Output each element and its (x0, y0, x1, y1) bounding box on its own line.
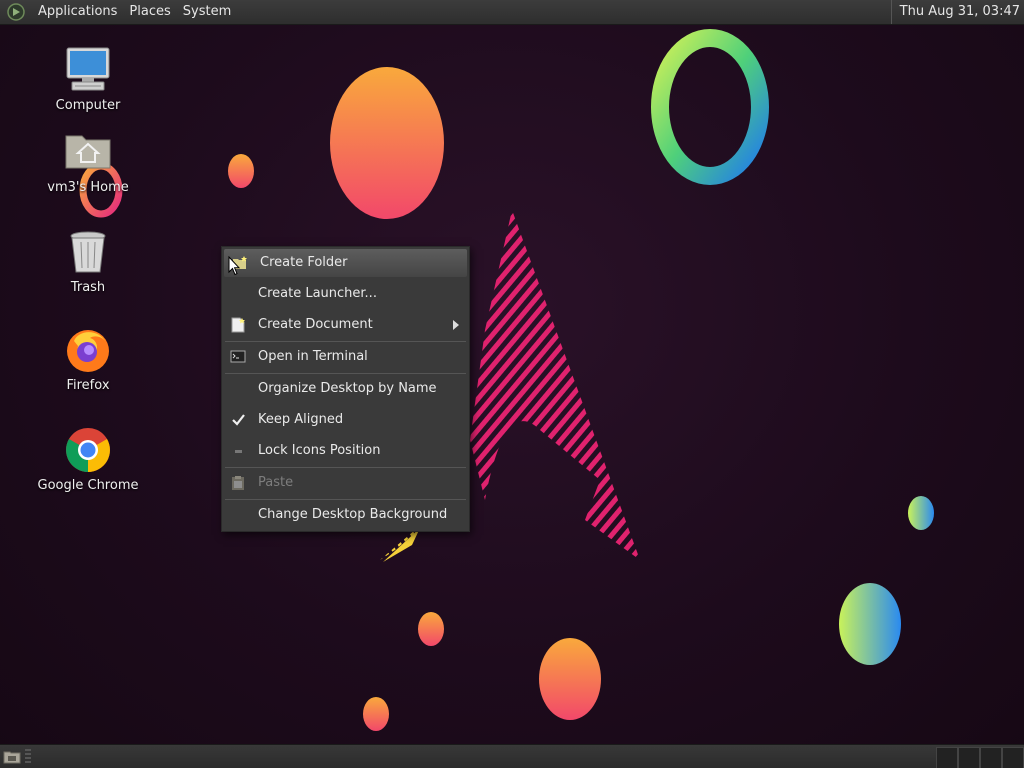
desktop-icon-chrome[interactable]: Google Chrome (33, 426, 143, 493)
paste-icon (232, 476, 244, 490)
menu-separator (225, 373, 466, 374)
mouse-cursor-icon (228, 256, 240, 276)
workspace-1[interactable] (936, 747, 958, 768)
menu-item-label: Create Document (258, 317, 373, 332)
menu-item-label: Open in Terminal (258, 349, 368, 364)
top-panel: Applications Places System Thu Aug 31, 0… (0, 0, 1024, 25)
desktop-icon-label: vm3's Home (47, 180, 129, 195)
wallpaper-art (79, 29, 934, 731)
desktop-icon-label: Firefox (66, 378, 110, 393)
menu-item-label: Paste (258, 475, 294, 490)
desktop-icon-label: Computer (55, 98, 121, 113)
menu-item-label: Keep Aligned (258, 412, 344, 427)
menu-item-lock-icons[interactable]: Lock Icons Position (222, 437, 469, 465)
checkmark-icon (232, 414, 245, 426)
workspace-2[interactable] (958, 747, 980, 768)
new-document-icon (231, 317, 245, 333)
terminal-icon (230, 350, 246, 363)
desktop-wallpaper[interactable] (0, 0, 1024, 768)
computer-icon (66, 47, 110, 91)
trash-icon (70, 231, 106, 273)
bottom-panel (0, 744, 1024, 768)
chrome-icon (66, 428, 110, 472)
menu-item-paste[interactable]: Paste (222, 469, 469, 497)
desktop-icon-trash[interactable]: Trash (33, 228, 143, 295)
menu-item-label: Organize Desktop by Name (258, 381, 437, 396)
menu-item-create-launcher[interactable]: Create Launcher... (222, 280, 469, 308)
menu-item-open-terminal[interactable]: Open in Terminal (222, 343, 469, 371)
menu-item-label: Create Folder (260, 255, 348, 270)
menu-separator (225, 499, 466, 500)
submenu-arrow-icon (453, 320, 459, 330)
menu-item-label: Lock Icons Position (258, 443, 381, 458)
workspace-4[interactable] (1002, 747, 1024, 768)
menu-item-change-background[interactable]: Change Desktop Background (222, 501, 469, 529)
places-menu[interactable]: Places (123, 0, 176, 24)
show-desktop-icon[interactable] (3, 748, 21, 766)
desktop-context-menu: Create Folder Create Launcher... Create … (221, 246, 470, 532)
desktop-icon-home[interactable]: vm3's Home (33, 128, 143, 195)
menu-separator (225, 467, 466, 468)
menu-item-label: Change Desktop Background (258, 507, 448, 522)
panel-grip-handle[interactable] (25, 749, 31, 765)
desktop-icon-label: Google Chrome (37, 478, 139, 493)
menu-item-create-document[interactable]: Create Document (222, 311, 469, 339)
menu-item-label: Create Launcher... (258, 286, 377, 301)
desktop-icon-computer[interactable]: Computer (33, 46, 143, 113)
menu-item-organize-desktop[interactable]: Organize Desktop by Name (222, 375, 469, 403)
distro-logo-icon[interactable] (6, 2, 26, 22)
system-menu[interactable]: System (177, 0, 237, 24)
workspace-3[interactable] (980, 747, 1002, 768)
menu-separator (225, 341, 466, 342)
desktop-icon-label: Trash (70, 280, 106, 295)
firefox-icon (67, 330, 109, 372)
home-folder-icon (65, 135, 111, 169)
menu-item-create-folder[interactable]: Create Folder (224, 249, 467, 277)
clock[interactable]: Thu Aug 31, 03:47 (890, 0, 1024, 24)
applications-menu[interactable]: Applications (32, 0, 123, 24)
unchecked-icon (235, 450, 242, 453)
menu-item-keep-aligned[interactable]: Keep Aligned (222, 406, 469, 434)
desktop-icon-firefox[interactable]: Firefox (33, 326, 143, 393)
